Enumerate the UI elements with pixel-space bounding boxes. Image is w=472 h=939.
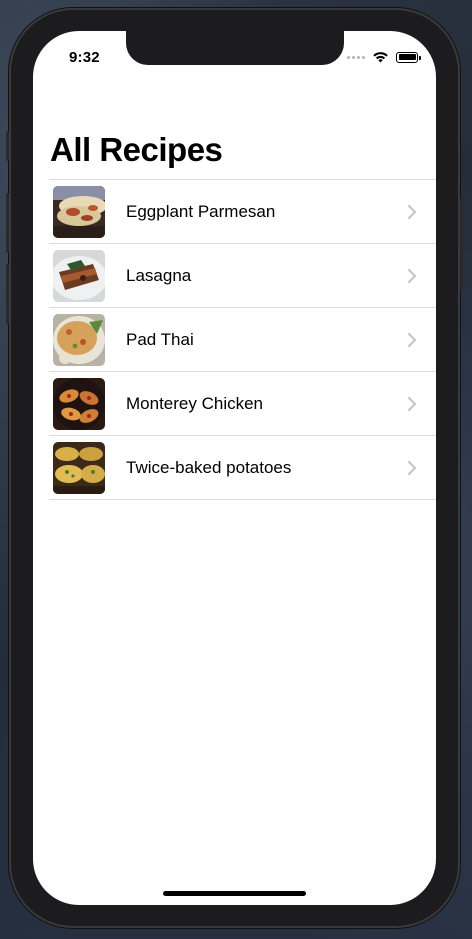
recipe-name: Twice-baked potatoes xyxy=(126,457,292,477)
lasagna-photo xyxy=(53,249,105,302)
silent-switch xyxy=(6,131,9,161)
twice-baked-potatoes-photo xyxy=(53,441,105,494)
battery-icon xyxy=(396,51,421,63)
monterey-chicken-photo xyxy=(53,377,105,430)
list-item[interactable]: Eggplant Parmesan xyxy=(49,180,436,244)
status-time: 9:32 xyxy=(69,49,100,66)
status-icons xyxy=(347,51,421,63)
list-item[interactable]: Monterey Chicken xyxy=(49,372,436,436)
recipe-name: Monterey Chicken xyxy=(126,393,264,413)
chevron-right-icon xyxy=(408,396,416,411)
notch xyxy=(126,31,344,65)
phone-screen: 9:32 All Recipes Eggplant Parmesan Lasag… xyxy=(33,31,436,905)
recipe-name: Lasagna xyxy=(126,265,192,285)
power-button xyxy=(460,198,463,290)
page-title: All Recipes xyxy=(50,131,223,168)
list-item[interactable]: Pad Thai xyxy=(49,308,436,372)
volume-up-button xyxy=(6,193,9,253)
chevron-right-icon xyxy=(408,332,416,347)
recipe-name: Pad Thai xyxy=(126,329,194,349)
list-item[interactable]: Twice-baked potatoes xyxy=(49,436,436,500)
recipe-list: Eggplant Parmesan Lasagna Pad Thai Monte… xyxy=(49,179,436,500)
chevron-right-icon xyxy=(408,268,416,283)
chevron-right-icon xyxy=(408,204,416,219)
chevron-right-icon xyxy=(408,460,416,475)
volume-down-button xyxy=(6,264,9,324)
home-indicator[interactable] xyxy=(163,891,306,896)
recipe-name: Eggplant Parmesan xyxy=(126,201,276,221)
wifi-icon xyxy=(373,52,388,63)
pad-thai-photo xyxy=(53,313,105,366)
eggplant-parmesan-photo xyxy=(53,185,105,238)
cellular-dots-icon xyxy=(347,55,365,59)
list-item[interactable]: Lasagna xyxy=(49,244,436,308)
